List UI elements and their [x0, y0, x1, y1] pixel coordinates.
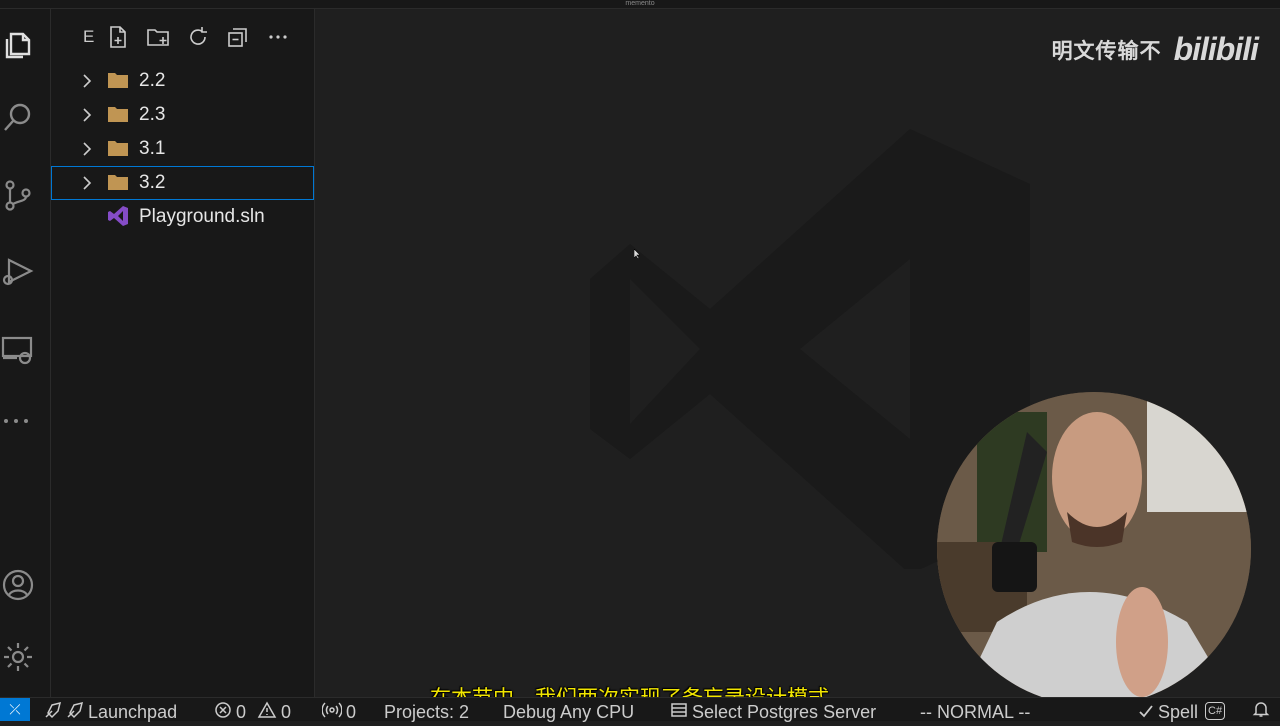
chevron-right-icon: [83, 108, 92, 122]
folder-icon: [108, 175, 128, 190]
bilibili-logo: bilibili: [1173, 31, 1259, 67]
database-icon: [670, 700, 688, 726]
presenter-image: [937, 392, 1251, 706]
problems-status[interactable]: 0 0: [214, 699, 292, 722]
explorer-icon[interactable]: [0, 25, 36, 65]
more-actions-icon[interactable]: [264, 23, 292, 51]
notifications-bell-icon[interactable]: [1252, 699, 1270, 721]
tree-item-label: 3.2: [139, 172, 166, 193]
tree-item-label: 2.2: [139, 70, 166, 91]
folder-icon: [108, 73, 128, 88]
more-icon[interactable]: [0, 399, 36, 439]
tree-item-label: 2.3: [139, 104, 166, 125]
new-file-icon[interactable]: [104, 23, 132, 51]
chevron-right-icon: [83, 74, 92, 88]
refresh-icon[interactable]: [184, 23, 212, 51]
explorer-title: E: [83, 27, 95, 46]
spell-label: Spell: [1158, 702, 1199, 722]
projects-status[interactable]: Projects: 2: [384, 699, 469, 722]
ports-status[interactable]: 0: [321, 699, 357, 722]
rocket-icon: [44, 700, 84, 726]
ports-count: 0: [346, 702, 357, 722]
visual-studio-solution-icon: [108, 206, 128, 226]
csharp-language-status[interactable]: C#: [1205, 702, 1226, 720]
explorer-sidebar: E 2.2 2.3 3.1 3.2 Playground.sln: [51, 9, 315, 697]
remote-explorer-icon[interactable]: [0, 329, 36, 369]
remote-indicator-icon[interactable]: ⤫: [0, 698, 30, 721]
tree-folder-2-2[interactable]: 2.2: [51, 64, 314, 98]
broadcast-icon: [321, 700, 343, 726]
tree-folder-3-2[interactable]: 3.2: [51, 166, 314, 200]
collapse-all-icon[interactable]: [224, 23, 252, 51]
activity-bar: [0, 9, 51, 697]
debug-config-status[interactable]: Debug Any CPU: [503, 699, 634, 722]
postgres-label: Select Postgres Server: [692, 702, 877, 722]
watermark-text: 明文传输不: [1051, 39, 1162, 63]
search-icon[interactable]: [0, 97, 36, 137]
tree-folder-2-3[interactable]: 2.3: [51, 98, 314, 132]
new-folder-icon[interactable]: [144, 23, 172, 51]
chevron-right-icon: [83, 176, 92, 190]
chevron-right-icon: [83, 142, 92, 156]
tree-item-label: 3.1: [139, 138, 166, 159]
error-count: 0: [236, 702, 247, 722]
bilibili-watermark: 明文传输不 bilibili: [1051, 31, 1259, 68]
window-titlebar: memento: [0, 0, 1280, 9]
account-icon[interactable]: [0, 565, 36, 605]
run-debug-icon[interactable]: [0, 251, 36, 291]
launchpad-label: Launchpad: [88, 702, 178, 722]
tree-file-playground-sln[interactable]: Playground.sln: [51, 200, 314, 234]
postgres-status[interactable]: Select Postgres Server: [670, 699, 877, 722]
window-title: memento: [625, 0, 655, 7]
settings-gear-icon[interactable]: [0, 637, 36, 677]
tree-item-label: Playground.sln: [139, 206, 265, 227]
folder-icon: [108, 107, 128, 122]
warning-count: 0: [281, 702, 292, 722]
warning-icon: [257, 700, 277, 726]
check-icon: [1138, 700, 1154, 726]
mouse-cursor-icon: [634, 249, 640, 259]
error-icon: [214, 700, 232, 726]
launchpad-status[interactable]: Launchpad: [44, 699, 178, 722]
tree-folder-3-1[interactable]: 3.1: [51, 132, 314, 166]
explorer-toolbar: E: [51, 23, 314, 51]
presenter-webcam: [937, 392, 1251, 706]
folder-icon: [108, 141, 128, 156]
spell-status[interactable]: Spell: [1138, 699, 1199, 722]
vim-mode-status: -- NORMAL --: [920, 702, 1031, 722]
source-control-icon[interactable]: [0, 175, 36, 215]
status-bar: ⤫ Launchpad 0 0 0 Projects: 2 Debug Any …: [0, 697, 1280, 722]
